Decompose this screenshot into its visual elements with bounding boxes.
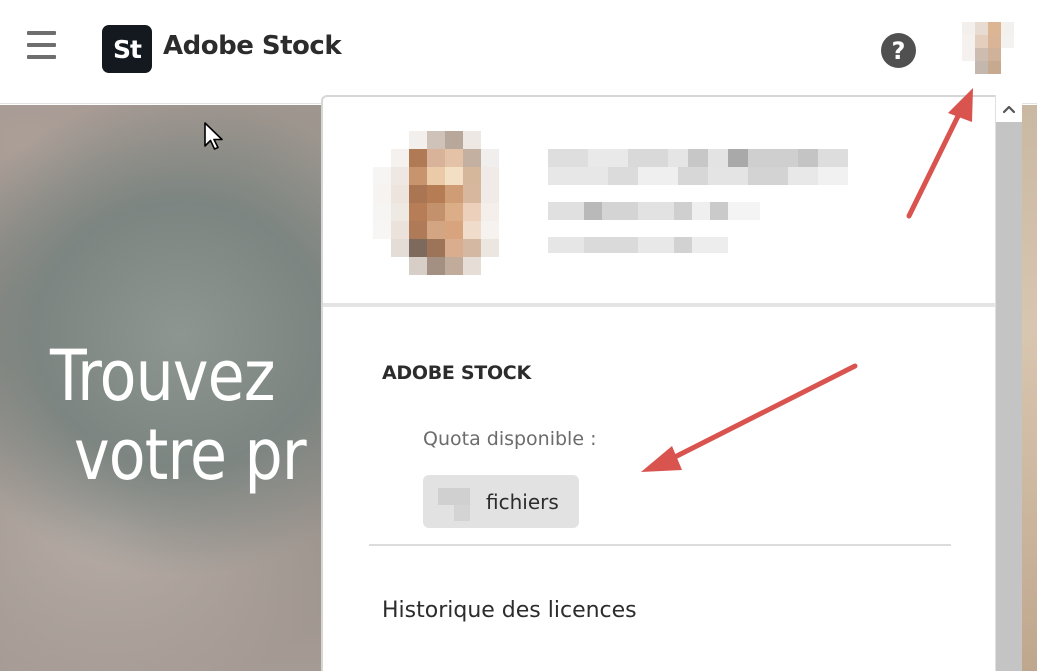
profile-avatar [373,131,517,275]
hero-heading-line1: Trouvez [50,335,275,417]
cursor-icon [204,122,223,150]
section-divider [369,544,951,546]
app-header: St Adobe Stock ? [0,0,1037,104]
account-dropdown: ADOBE STOCK Quota disponible : fichiers … [321,95,1022,671]
hamburger-menu-icon[interactable] [27,31,57,59]
profile-plan-redacted [548,237,728,253]
scroll-thumb[interactable] [996,122,1022,671]
profile-email-redacted [548,202,760,220]
dropdown-scrollbar[interactable] [995,95,1022,671]
user-avatar-button[interactable] [962,22,1014,74]
quota-label: Quota disponible : [423,428,597,450]
adobe-stock-logo[interactable]: St [102,25,152,73]
quota-unit-label: fichiers [486,490,559,514]
profile-divider [323,303,997,307]
quota-count-redacted-2 [454,505,470,521]
profile-summary [323,97,997,304]
scroll-up-button[interactable] [996,95,1022,122]
hero-banner-edge [1022,105,1037,671]
license-history-link[interactable]: Historique des licences [382,598,637,623]
help-icon[interactable]: ? [881,33,916,68]
profile-name-redacted [548,149,848,167]
profile-detail-redacted [548,167,848,185]
brand-name[interactable]: Adobe Stock [163,31,342,61]
quota-count-redacted [438,488,470,505]
chevron-up-icon [1002,105,1016,113]
adobe-stock-section-title: ADOBE STOCK [382,362,531,384]
quota-badge[interactable]: fichiers [423,475,579,528]
hero-heading-line2: votre pr [74,414,307,496]
